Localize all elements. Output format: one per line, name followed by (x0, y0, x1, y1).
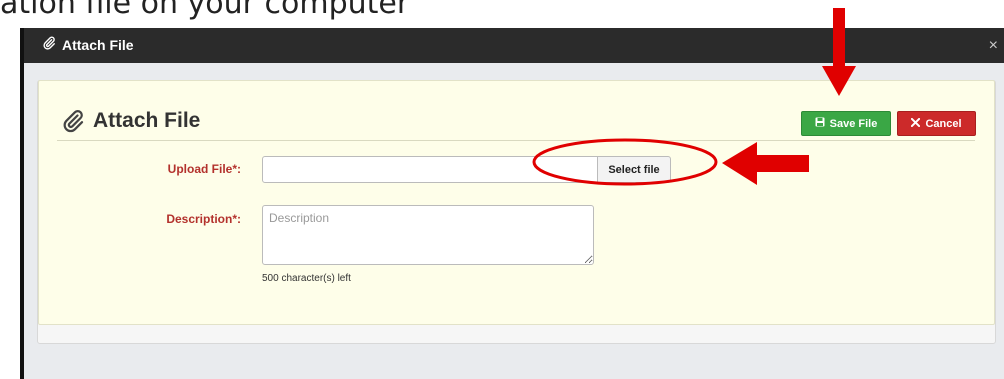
close-icon[interactable]: × (989, 28, 998, 63)
upload-file-input[interactable] (262, 156, 598, 183)
panel-heading-text: Attach File (93, 109, 201, 132)
description-label: Description*: (166, 212, 241, 226)
characters-left-text: 500 character(s) left (262, 273, 351, 284)
description-field[interactable] (262, 205, 594, 265)
panel-heading: Attach File (61, 109, 200, 133)
dialog-title-text: Attach File (62, 37, 134, 53)
dialog-title: Attach File (42, 28, 134, 63)
cancel-label: Cancel (925, 117, 962, 130)
heading-divider (57, 140, 975, 141)
select-file-button[interactable]: Select file (597, 156, 671, 183)
attach-panel: Attach File Save File Cancel Upload File… (38, 80, 995, 325)
save-file-label: Save File (829, 117, 878, 130)
upload-file-label: Upload File*: (167, 162, 241, 176)
x-icon (911, 117, 921, 130)
floppy-disk-icon (815, 117, 825, 130)
slide-title: ation file on your computer (0, 0, 410, 21)
paperclip-icon (61, 109, 85, 133)
dialog-titlebar: Attach File × (24, 28, 1004, 63)
cancel-button[interactable]: Cancel (897, 111, 976, 136)
paperclip-icon (42, 28, 56, 63)
attach-file-dialog: Attach File × Attach File Save File Canc… (20, 28, 1004, 379)
save-file-button[interactable]: Save File (801, 111, 891, 136)
